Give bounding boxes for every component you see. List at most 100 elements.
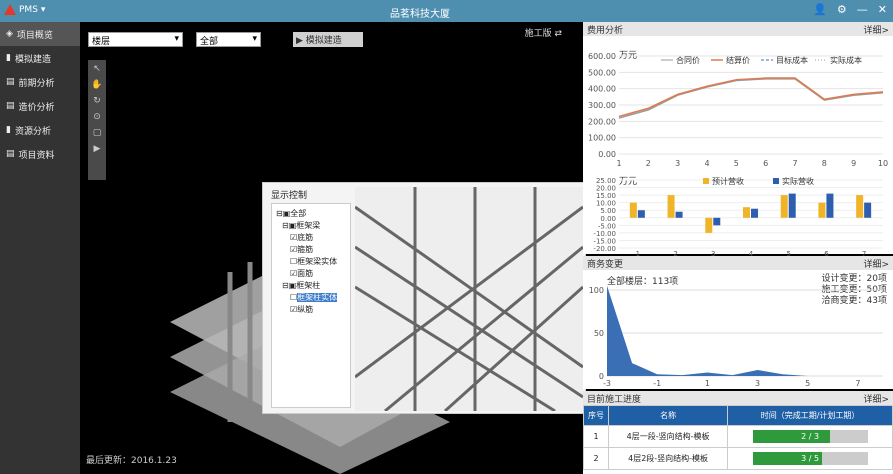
user-icon[interactable]: 👤 <box>813 3 827 16</box>
tree-item-label: 纵筋 <box>297 305 314 314</box>
sidebar-item-overview[interactable]: ◈ 项目概览 <box>0 22 80 46</box>
tree-item[interactable]: ⊟▣全部 <box>276 208 346 220</box>
legend-swatch <box>703 178 709 184</box>
close-icon[interactable]: ✕ <box>878 3 887 16</box>
tree-item-label: 框架柱 <box>296 281 321 290</box>
y-tick-label: 400.00 <box>588 85 616 94</box>
layer-tree: ⊟▣全部 ⊟▣框架梁 ☑底筋 ☑箍筋 ☐框架梁实体 ☑面筋 ⊟▣框架柱 ☐框架柱… <box>271 203 351 408</box>
y-tick-label: 600.00 <box>588 52 616 61</box>
row-name: 4层2段-竖向结构-模板 <box>607 447 729 470</box>
bar-unit: 万元 <box>619 177 637 187</box>
progress-text: 2 / 3 <box>801 432 820 441</box>
y-tick-label: 300.00 <box>588 101 616 110</box>
bar <box>818 202 826 218</box>
progress-table: 序号 名称 时间（完成工期/计划工期） 1 4层一段-竖向结构-模板 2 / 3 2… <box>583 405 893 470</box>
table-row[interactable]: 1 4层一段-竖向结构-模板 2 / 3 <box>583 425 893 448</box>
layers-icon: ◈ <box>6 29 13 39</box>
title-bar: PMS ▾ 品茗科技大厦 👤 ⚙ — ✕ <box>0 0 893 22</box>
y-tick-label: -10.00 <box>593 230 616 238</box>
tree-item[interactable]: ☐框架梁实体 <box>276 256 346 268</box>
y-tick-label: 200.00 <box>588 117 616 126</box>
col-header: 时间（完成工期/计划工期） <box>727 405 893 426</box>
sidebar-item-label: 项目概览 <box>16 30 53 41</box>
app-logo[interactable]: PMS ▾ <box>4 4 45 15</box>
logo-icon <box>4 4 16 15</box>
chart-icon: ▮ <box>6 53 11 63</box>
bar <box>713 217 721 226</box>
panel-header: 目前施工进度 详细> <box>583 391 893 405</box>
bar <box>629 202 637 218</box>
panel-header: 费用分析 详细> <box>583 22 893 36</box>
bar <box>826 193 834 218</box>
minimize-icon[interactable]: — <box>857 3 868 16</box>
y-tick-label: 0.00 <box>600 215 616 223</box>
x-tick-label: 4 <box>704 159 709 168</box>
sidebar-item-cost[interactable]: ▤ 造价分析 <box>0 94 80 118</box>
legend-label: 实际营收 <box>782 176 814 186</box>
legend-swatch <box>773 178 779 184</box>
gear-icon[interactable]: ⚙ <box>837 3 847 16</box>
x-tick-label: 6 <box>763 159 768 168</box>
x-tick-label: 7 <box>792 159 797 168</box>
detail-link[interactable]: 详细> <box>863 257 889 270</box>
chevron-down-icon[interactable]: ▾ <box>41 5 46 15</box>
tree-item[interactable]: ☑底筋 <box>276 232 346 244</box>
tree-item-label: 框架梁 <box>296 221 321 230</box>
cost-analysis-panel: 费用分析 详细> 万元 合同价 结算价 目标成本 实际成本 0.00 100.00 2… <box>583 22 893 258</box>
bar <box>788 193 796 218</box>
doc-icon: ▤ <box>6 77 15 87</box>
change-area-chart: 050100-3 -1 1 3 5 7 <box>589 285 883 388</box>
y-tick-label: 500.00 <box>588 68 616 77</box>
panel-title: 目前施工进度 <box>587 395 642 405</box>
sidebar-item-resource[interactable]: ▮ 资源分析 <box>0 118 80 142</box>
chart-icon: ▮ <box>6 125 11 135</box>
y-tick-label: 5.00 <box>600 207 616 215</box>
tree-item[interactable]: ⊟▣框架柱 <box>276 280 346 292</box>
x-tick-label: 5 <box>805 379 810 388</box>
revenue-bar-chart: 万元 -20.00-15.00-10.00-5.000.005.0010.0015… <box>593 176 883 258</box>
x-tick-label: 10 <box>878 159 888 168</box>
sidebar-item-docs[interactable]: ▤ 项目资料 <box>0 142 80 166</box>
sidebar-item-early[interactable]: ▤ 前期分析 <box>0 70 80 94</box>
sidebar-item-simulate[interactable]: ▮ 模拟建造 <box>0 46 80 70</box>
y-tick-label: -20.00 <box>593 245 616 253</box>
project-title: 品茗科技大厦 <box>390 9 450 20</box>
row-progress: 3 / 5 <box>727 447 893 470</box>
y-tick-label: 15.00 <box>596 192 616 200</box>
x-tick-label: 3 <box>755 379 760 388</box>
y-tick-label: 0.00 <box>598 150 616 159</box>
series-line <box>618 78 884 119</box>
bar <box>780 195 788 218</box>
y-tick-label: -15.00 <box>593 237 616 245</box>
x-tick-label: 1 <box>616 159 621 168</box>
tree-item[interactable]: ☑面筋 <box>276 268 346 280</box>
y-tick-label: 10.00 <box>596 200 616 208</box>
tree-item[interactable]: ☑箍筋 <box>276 244 346 256</box>
detail-link[interactable]: 详细> <box>863 23 889 36</box>
3d-viewport[interactable]: 楼层 ▾ 全部 ▾ ▶ 模拟建造 施工版 ⇄ ↖ ✋ ↻ ⊙ ▢ ▶ 最后更新：20… <box>80 22 586 474</box>
x-tick-label: 3 <box>675 159 680 168</box>
row-name: 4层一段-竖向结构-模板 <box>607 425 729 448</box>
sidebar: ◈ 项目概览 ▮ 模拟建造 ▤ 前期分析 ▤ 造价分析 ▮ 资源分析 ▤ 项目资料 <box>0 22 80 474</box>
tree-item-label: 面筋 <box>297 269 314 278</box>
business-change-panel: 商务变更 详细> 全部楼层：113项 设计变更：20项 施工变更：50项 洽商变更… <box>583 256 893 389</box>
rebar-preview <box>355 187 583 411</box>
detail-link[interactable]: 详细> <box>863 392 889 405</box>
y-tick-label: 20.00 <box>596 185 616 193</box>
x-tick-label: 2 <box>646 159 651 168</box>
bar <box>743 207 750 218</box>
tree-item-label: 框架梁实体 <box>297 257 338 266</box>
x-tick-label: 5 <box>734 159 739 168</box>
x-tick-label: -1 <box>653 379 661 388</box>
sidebar-item-label: 项目资料 <box>18 150 55 161</box>
tree-item[interactable]: ☐框架柱实体 <box>276 292 346 304</box>
table-row[interactable]: 2 4层2段-竖向结构-模板 3 / 5 <box>583 447 893 470</box>
panel-title: 显示控制 <box>271 191 308 201</box>
panel-title: 费用分析 <box>587 26 624 36</box>
tree-item[interactable]: ⊟▣框架梁 <box>276 220 346 232</box>
tree-item[interactable]: ☑纵筋 <box>276 304 346 316</box>
bar <box>637 210 645 218</box>
doc-icon: ▤ <box>6 101 15 111</box>
tree-item-label: 底筋 <box>297 233 314 242</box>
y-tick-label: 50 <box>594 329 604 338</box>
